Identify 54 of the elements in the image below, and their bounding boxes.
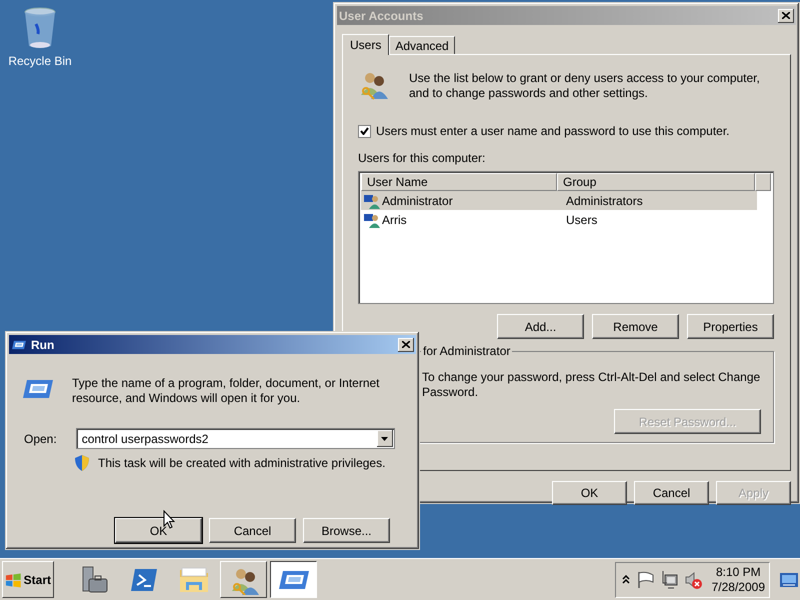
- note-text: This task will be created with administrative privileges.: [98, 456, 386, 470]
- group-name: Users: [565, 212, 598, 226]
- flag-icon[interactable]: [636, 570, 654, 588]
- check-icon: [360, 127, 369, 135]
- dialog-button[interactable]: Cancel: [634, 481, 709, 505]
- prompt-text: Type the name of a program, folder, document, or Internet resource, and Windows will open it for you.: [72, 376, 381, 406]
- close-icon: [782, 12, 790, 19]
- taskbar-button[interactable]: [270, 561, 317, 598]
- clock[interactable]: 8:10 PM 7/28/2009: [712, 564, 765, 594]
- tab[interactable]: Users: [342, 34, 390, 55]
- user-icon: [364, 192, 380, 208]
- folder-icon: [178, 566, 210, 594]
- tab[interactable]: Advanced: [389, 36, 455, 54]
- password-hint: To change your password, press Ctrl-Alt-Del and select Change Password.: [422, 370, 762, 400]
- start-button[interactable]: Start: [2, 561, 54, 598]
- list-button[interactable]: Add...: [497, 314, 584, 339]
- dialog-button[interactable]: OK: [552, 481, 627, 505]
- show-desktop-icon[interactable]: [780, 572, 798, 588]
- list-label: Users for this computer:: [358, 151, 486, 165]
- user-name: Administrator: [382, 194, 453, 208]
- group-title: for Administrator: [421, 344, 512, 358]
- list-button[interactable]: Properties: [687, 314, 774, 339]
- caret-icon[interactable]: [381, 436, 388, 440]
- description-text: Use the list below to grant or deny users access to your computer, and to change passwords and other settings.: [409, 70, 761, 102]
- network-icon[interactable]: [660, 570, 678, 588]
- terminal-icon: [128, 566, 158, 592]
- dialog-button[interactable]: Cancel: [209, 518, 296, 543]
- window-title: User Accounts: [339, 8, 424, 22]
- user-name: Arris: [382, 212, 407, 226]
- close-button[interactable]: [398, 338, 414, 352]
- chevron-up-icon[interactable]: [622, 575, 630, 584]
- command-field[interactable]: control userpasswords2: [76, 428, 395, 449]
- list-row[interactable]: Arris Users: [361, 210, 757, 229]
- list-row[interactable]: Administrator Administrators: [361, 191, 757, 210]
- group-name: Administrators: [565, 194, 643, 208]
- window-title: Run: [31, 338, 56, 352]
- field-label: Open:: [24, 432, 57, 446]
- column-header[interactable]: User Name: [361, 173, 558, 191]
- recycle-bin-icon[interactable]: [22, 6, 58, 50]
- windows-logo-icon: [5, 572, 22, 588]
- clock-date: 7/28/2009: [712, 580, 765, 594]
- checkbox-label: Users must enter a user name and password to use this computer.: [376, 124, 730, 138]
- shield-icon: [75, 455, 89, 471]
- dialog-button[interactable]: OK: [115, 518, 202, 543]
- clock-time: 8:10 PM: [716, 564, 761, 580]
- column-header[interactable]: Group: [557, 173, 756, 191]
- checkbox[interactable]: [358, 124, 371, 138]
- speaker-muted-icon[interactable]: [684, 570, 702, 588]
- list-button[interactable]: Remove: [592, 314, 679, 339]
- dialog-button[interactable]: Browse...: [303, 518, 390, 543]
- close-icon: [402, 341, 410, 348]
- icon-label: Recycle Bin: [8, 54, 72, 68]
- run-icon: [11, 338, 27, 350]
- user-icon: [364, 212, 380, 228]
